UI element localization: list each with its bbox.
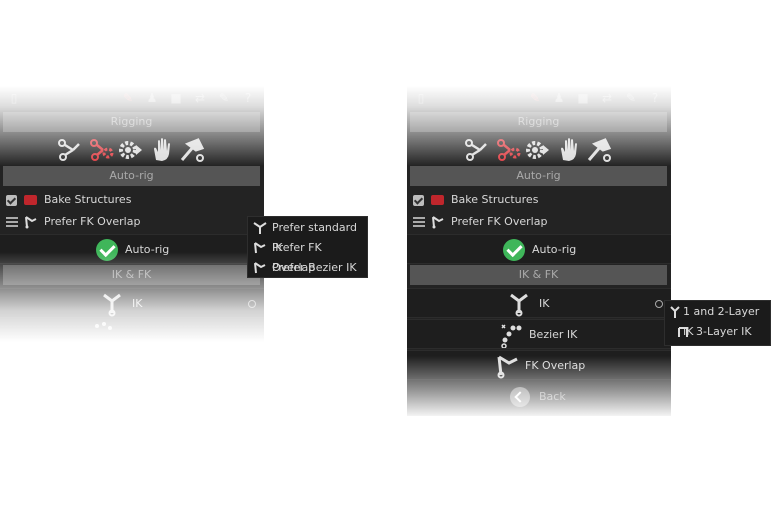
- file-icon[interactable]: ▯: [8, 92, 20, 104]
- three-layer-ik-icon: [678, 327, 688, 337]
- gear-play-icon[interactable]: [523, 136, 551, 164]
- links-constraints-icon[interactable]: [55, 136, 83, 164]
- rigging-tools: [407, 136, 671, 168]
- prefer-mode-label: Prefer FK Overlap: [44, 215, 141, 228]
- menu-icon[interactable]: [6, 217, 18, 227]
- automation-icon[interactable]: [494, 136, 522, 164]
- bake-structures-label: Bake Structures: [451, 193, 539, 206]
- menu-item-prefer-fk-overlap[interactable]: Prefer FK Overlap: [248, 238, 367, 274]
- bake-structures-row[interactable]: Bake Structures: [407, 189, 671, 211]
- file-icon[interactable]: ▯: [415, 92, 427, 104]
- help-icon[interactable]: ?: [649, 92, 661, 104]
- bezier-ik-icon: [501, 324, 522, 348]
- ik-button[interactable]: IK: [407, 288, 671, 318]
- rig-tools-icon[interactable]: [585, 136, 613, 164]
- rig-tools-icon[interactable]: [178, 136, 206, 164]
- duik-panel-left: ▯ ✎ ♟ ■ ⇄ ✎ ? Rigging Auto-rig Bake Stru…: [0, 86, 264, 342]
- autorig-button[interactable]: Auto-rig: [0, 234, 264, 264]
- section-rigging: Rigging: [3, 112, 260, 132]
- autorig-button-label: Auto-rig: [125, 243, 170, 256]
- check-icon: [503, 239, 525, 261]
- ik-options-indicator[interactable]: [655, 300, 663, 308]
- fk-overlap-icon: [25, 216, 37, 229]
- bezier-ik-button-label: Bezier IK: [529, 328, 578, 341]
- ik-button-label: IK: [539, 297, 550, 310]
- bezier-ik-icon: [254, 262, 266, 274]
- bake-structures-label: Bake Structures: [44, 193, 132, 206]
- bake-icon: [24, 195, 37, 205]
- rigging-tools: [0, 136, 264, 168]
- ik-options-indicator[interactable]: [248, 300, 256, 308]
- autorig-button[interactable]: Auto-rig: [407, 234, 671, 264]
- fk-overlap-icon: [497, 355, 518, 379]
- hand-icon[interactable]: [555, 136, 583, 164]
- bone-icon[interactable]: ✎: [529, 92, 541, 104]
- links-constraints-icon[interactable]: [462, 136, 490, 164]
- person-icon[interactable]: ♟: [146, 92, 158, 104]
- bake-icon: [431, 195, 444, 205]
- hand-icon[interactable]: [148, 136, 176, 164]
- back-button-label: Back: [539, 390, 566, 403]
- autorig-button-label: Auto-rig: [532, 243, 577, 256]
- menu-item-1-2-layer-ik[interactable]: 1 and 2-Layer IK: [665, 302, 770, 338]
- menu-item-label: 3-Layer IK: [696, 325, 752, 338]
- check-icon: [96, 239, 118, 261]
- menu-item-prefer-standard-ik[interactable]: Prefer standard IK: [248, 218, 367, 254]
- wrench-icon[interactable]: ✎: [625, 92, 637, 104]
- bake-structures-checkbox[interactable]: [6, 195, 17, 206]
- bezier-ik-icon: [95, 322, 112, 330]
- fk-overlap-icon: [432, 216, 444, 229]
- back-arrow-icon: [510, 387, 530, 407]
- fk-overlap-button-label: FK Overlap: [525, 359, 586, 372]
- top-toolbar: ▯ ✎ ♟ ■ ⇄ ✎ ?: [0, 90, 264, 108]
- wrench-icon[interactable]: ✎: [218, 92, 230, 104]
- section-autorig: Auto-rig: [410, 166, 667, 186]
- help-icon[interactable]: ?: [242, 92, 254, 104]
- duik-panel-right: ▯ ✎ ♟ ■ ⇄ ✎ ? Rigging Auto-rig Bake Stru…: [407, 86, 671, 416]
- ik-button-label: IK: [132, 297, 143, 310]
- section-ik-fk: IK & FK: [410, 265, 667, 285]
- ik-arm-icon: [103, 293, 121, 317]
- camera-icon[interactable]: ■: [170, 92, 182, 104]
- top-toolbar: ▯ ✎ ♟ ■ ⇄ ✎ ?: [407, 90, 671, 108]
- swap-icon[interactable]: ⇄: [601, 92, 613, 104]
- bezier-ik-button[interactable]: Bezier IK: [407, 319, 671, 349]
- prefer-mode-row[interactable]: Prefer FK Overlap: [407, 211, 671, 233]
- menu-item-prefer-bezier-ik[interactable]: Prefer Bezier IK: [248, 258, 367, 278]
- ik-button[interactable]: IK: [0, 288, 264, 318]
- bake-structures-checkbox[interactable]: [413, 195, 424, 206]
- back-button[interactable]: Back: [407, 384, 671, 410]
- gear-play-icon[interactable]: [116, 136, 144, 164]
- section-autorig: Auto-rig: [3, 166, 260, 186]
- section-ik-fk: IK & FK: [3, 265, 260, 285]
- menu-icon[interactable]: [413, 217, 425, 227]
- prefer-mode-row[interactable]: Prefer FK Overlap: [0, 211, 264, 233]
- menu-item-3-layer-ik[interactable]: 3-Layer IK: [665, 322, 770, 342]
- section-rigging: Rigging: [410, 112, 667, 132]
- camera-icon[interactable]: ■: [577, 92, 589, 104]
- two-layer-ik-icon: [670, 306, 680, 318]
- person-icon[interactable]: ♟: [553, 92, 565, 104]
- prefer-mode-label: Prefer FK Overlap: [451, 215, 548, 228]
- automation-icon[interactable]: [87, 136, 115, 164]
- ik-arm-icon: [253, 222, 267, 234]
- prefer-mode-menu: Prefer standard IK Prefer FK Overlap Pre…: [247, 216, 368, 278]
- swap-icon[interactable]: ⇄: [194, 92, 206, 104]
- bone-icon[interactable]: ✎: [122, 92, 134, 104]
- fk-overlap-icon: [254, 242, 266, 254]
- ik-type-menu: 1 and 2-Layer IK 3-Layer IK: [664, 300, 771, 346]
- ik-arm-icon: [510, 293, 528, 317]
- bake-structures-row[interactable]: Bake Structures: [0, 189, 264, 211]
- fk-overlap-button[interactable]: FK Overlap: [407, 350, 671, 380]
- menu-item-label: Prefer Bezier IK: [272, 261, 357, 274]
